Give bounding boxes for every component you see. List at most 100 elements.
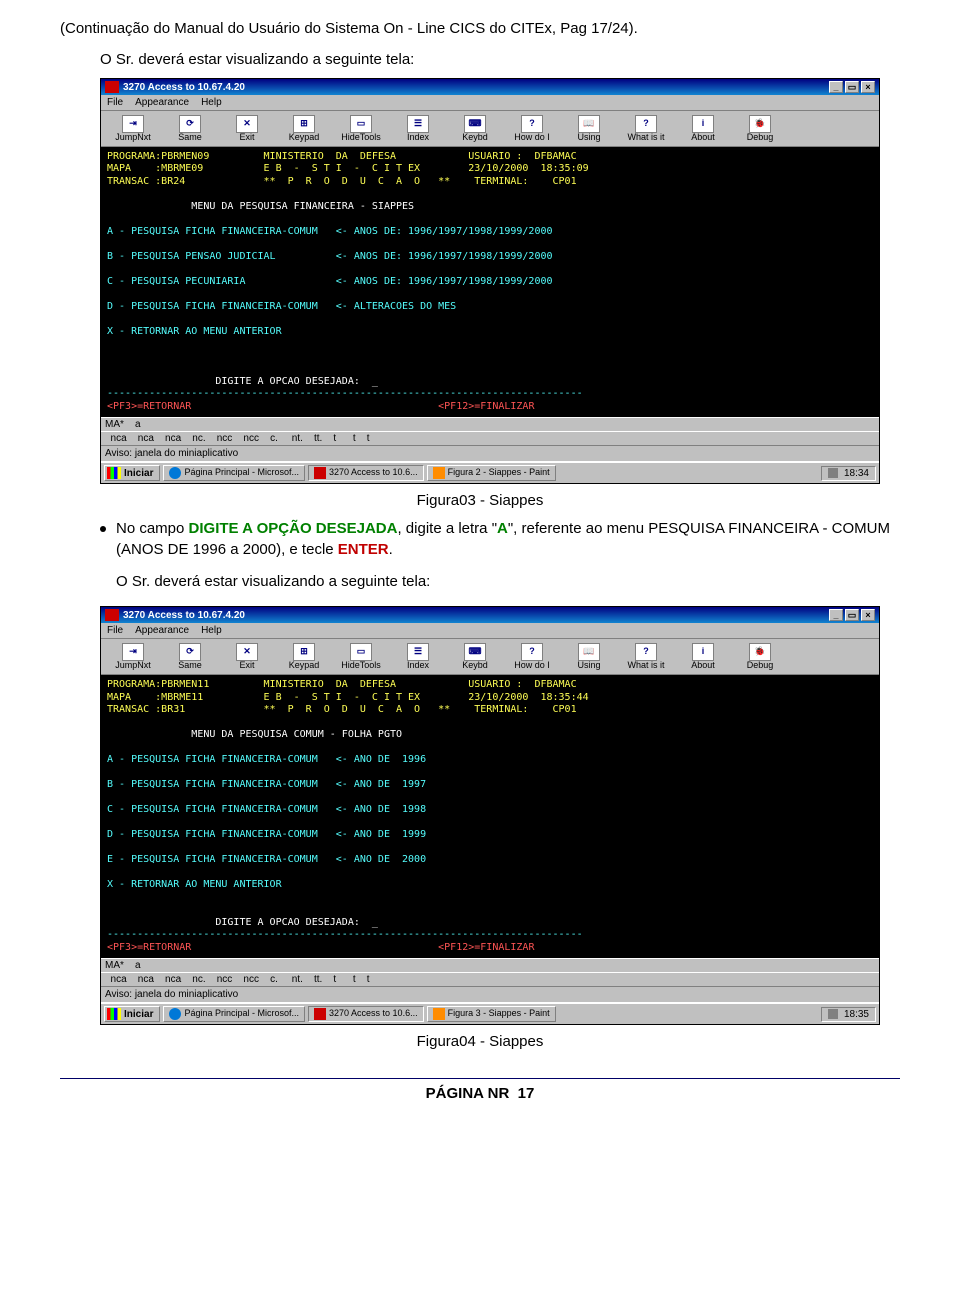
tool-debug[interactable]: 🐞Debug <box>732 114 788 144</box>
toolbar: ⇥JumpNxt ⟳Same ✕Exit ⊞Keypad ▭HideTools … <box>101 639 879 675</box>
menu-help[interactable]: Help <box>201 625 222 636</box>
menu-file[interactable]: File <box>107 625 123 636</box>
close-button[interactable]: × <box>861 81 875 93</box>
menu-option-a: A - PESQUISA FICHA FINANCEIRA-COMUM <- A… <box>107 754 426 765</box>
menu-option-d: D - PESQUISA FICHA FINANCEIRA-COMUM <- A… <box>107 301 456 312</box>
status-ma: MA* a <box>105 960 141 971</box>
intro-text-1: O Sr. deverá estar visualizando a seguin… <box>100 51 900 68</box>
paint-icon <box>433 1008 445 1020</box>
tool-debug[interactable]: 🐞Debug <box>732 642 788 672</box>
terminal-screen[interactable]: PROGRAMA:PBRMEN11 MINISTERIO DA DEFESA U… <box>101 675 879 958</box>
window-titlebar: 3270 Access to 10.67.4.20 _ ▭ × <box>101 607 879 623</box>
restore-button[interactable]: ▭ <box>845 81 859 93</box>
menu-option-d: D - PESQUISA FICHA FINANCEIRA-COMUM <- A… <box>107 829 426 840</box>
tool-keypad[interactable]: ⊞Keypad <box>276 114 332 144</box>
tool-about[interactable]: iAbout <box>675 642 731 672</box>
tool-index[interactable]: ☰Index <box>390 114 446 144</box>
tool-jumpnxt[interactable]: ⇥JumpNxt <box>105 114 161 144</box>
bullet-icon <box>100 526 106 532</box>
figure04-container: 3270 Access to 10.67.4.20 _ ▭ × File App… <box>100 606 900 1025</box>
tool-exit[interactable]: ✕Exit <box>219 642 275 672</box>
figure04-caption: Figura04 - Siappes <box>60 1033 900 1050</box>
menu-option-x: X - RETORNAR AO MENU ANTERIOR <box>107 879 282 890</box>
restore-button[interactable]: ▭ <box>845 609 859 621</box>
terminal-screen[interactable]: PROGRAMA:PBRMEN09 MINISTERIO DA DEFESA U… <box>101 147 879 418</box>
start-button[interactable]: Iniciar <box>104 1006 160 1022</box>
tool-howdoi[interactable]: ?How do I <box>504 114 560 144</box>
tool-keybd[interactable]: ⌨Keybd <box>447 114 503 144</box>
tool-hidetools[interactable]: ▭HideTools <box>333 642 389 672</box>
window-titlebar: 3270 Access to 10.67.4.20 _ ▭ × <box>101 79 879 95</box>
taskbar-item-paint[interactable]: Figura 3 - Siappes - Paint <box>427 1006 556 1022</box>
ie-icon <box>169 467 181 479</box>
system-tray: 18:35 <box>821 1007 876 1022</box>
menu-appearance[interactable]: Appearance <box>135 625 189 636</box>
page-footer: PÁGINA NR 17 <box>60 1085 900 1102</box>
status-bar: MA* a nca nca nca nc. ncc ncc c. nt. tt.… <box>101 958 879 1002</box>
minimize-button[interactable]: _ <box>829 609 843 621</box>
status-cells: nca nca nca nc. ncc ncc c. nt. tt. t t t <box>105 433 370 444</box>
status-cells: nca nca nca nc. ncc ncc c. nt. tt. t t t <box>105 974 370 985</box>
tool-using[interactable]: 📖Using <box>561 642 617 672</box>
speaker-icon[interactable] <box>828 468 838 478</box>
pf12-hint: <PF12>=FINALIZAR <box>438 401 534 412</box>
speaker-icon[interactable] <box>828 1009 838 1019</box>
terminal-icon <box>314 467 326 479</box>
tool-about[interactable]: iAbout <box>675 114 731 144</box>
status-ma: MA* a <box>105 419 141 430</box>
menu-option-x: X - RETORNAR AO MENU ANTERIOR <box>107 326 282 337</box>
system-tray: 18:34 <box>821 466 876 481</box>
tool-whatisit[interactable]: ?What is it <box>618 114 674 144</box>
figure03-container: 3270 Access to 10.67.4.20 _ ▭ × File App… <box>100 78 900 484</box>
window-title: 3270 Access to 10.67.4.20 <box>123 610 829 621</box>
input-prompt: DIGITE A OPCAO DESEJADA: _ <box>215 917 378 928</box>
start-button[interactable]: Iniciar <box>104 465 160 481</box>
terminal-icon <box>314 1008 326 1020</box>
aviso-line: Aviso: janela do miniaplicativo <box>101 986 879 1002</box>
menubar: File Appearance Help <box>101 623 879 639</box>
app-icon <box>105 609 119 621</box>
clock: 18:34 <box>844 468 869 479</box>
paint-icon <box>433 467 445 479</box>
intro-text-2: O Sr. deverá estar visualizando a seguin… <box>116 572 900 592</box>
app-icon <box>105 81 119 93</box>
tool-jumpnxt[interactable]: ⇥JumpNxt <box>105 642 161 672</box>
menu-help[interactable]: Help <box>201 97 222 108</box>
terminal-emulator-window: 3270 Access to 10.67.4.20 _ ▭ × File App… <box>100 606 880 1025</box>
close-button[interactable]: × <box>861 609 875 621</box>
tool-keypad[interactable]: ⊞Keypad <box>276 642 332 672</box>
window-title: 3270 Access to 10.67.4.20 <box>123 82 829 93</box>
continuation-header: (Continuação do Manual do Usuário do Sis… <box>60 20 900 37</box>
tool-hidetools[interactable]: ▭HideTools <box>333 114 389 144</box>
menu-file[interactable]: File <box>107 97 123 108</box>
input-prompt: DIGITE A OPCAO DESEJADA: _ <box>215 376 378 387</box>
taskbar-item-browser[interactable]: Página Principal - Microsof... <box>163 465 305 481</box>
tool-keybd[interactable]: ⌨Keybd <box>447 642 503 672</box>
windows-flag-icon <box>107 1008 121 1020</box>
tool-using[interactable]: 📖Using <box>561 114 617 144</box>
taskbar-item-3270[interactable]: 3270 Access to 10.6... <box>308 465 424 481</box>
status-bar: MA* a nca nca nca nc. ncc ncc c. nt. tt.… <box>101 417 879 461</box>
tool-whatisit[interactable]: ?What is it <box>618 642 674 672</box>
pf12-hint: <PF12>=FINALIZAR <box>438 942 534 953</box>
taskbar: Iniciar Página Principal - Microsof... 3… <box>101 461 879 483</box>
menu-option-c: C - PESQUISA PECUNIARIA <- ANOS DE: 1996… <box>107 276 553 287</box>
instruction-bullet: No campo DIGITE A OPÇÃO DESEJADA, digite… <box>116 519 900 560</box>
taskbar-item-3270[interactable]: 3270 Access to 10.6... <box>308 1006 424 1022</box>
tool-same[interactable]: ⟳Same <box>162 114 218 144</box>
tool-exit[interactable]: ✕Exit <box>219 114 275 144</box>
tool-index[interactable]: ☰Index <box>390 642 446 672</box>
menu-title: MENU DA PESQUISA FINANCEIRA - SIAPPES <box>191 201 414 212</box>
minimize-button[interactable]: _ <box>829 81 843 93</box>
taskbar-item-paint[interactable]: Figura 2 - Siappes - Paint <box>427 465 556 481</box>
tool-howdoi[interactable]: ?How do I <box>504 642 560 672</box>
menu-option-b: B - PESQUISA FICHA FINANCEIRA-COMUM <- A… <box>107 779 426 790</box>
toolbar: ⇥JumpNxt ⟳Same ✕Exit ⊞Keypad ▭HideTools … <box>101 111 879 147</box>
taskbar-item-browser[interactable]: Página Principal - Microsof... <box>163 1006 305 1022</box>
ie-icon <box>169 1008 181 1020</box>
figure03-caption: Figura03 - Siappes <box>60 492 900 509</box>
tool-same[interactable]: ⟳Same <box>162 642 218 672</box>
taskbar: Iniciar Página Principal - Microsof... 3… <box>101 1002 879 1024</box>
menu-appearance[interactable]: Appearance <box>135 97 189 108</box>
menubar: File Appearance Help <box>101 95 879 111</box>
